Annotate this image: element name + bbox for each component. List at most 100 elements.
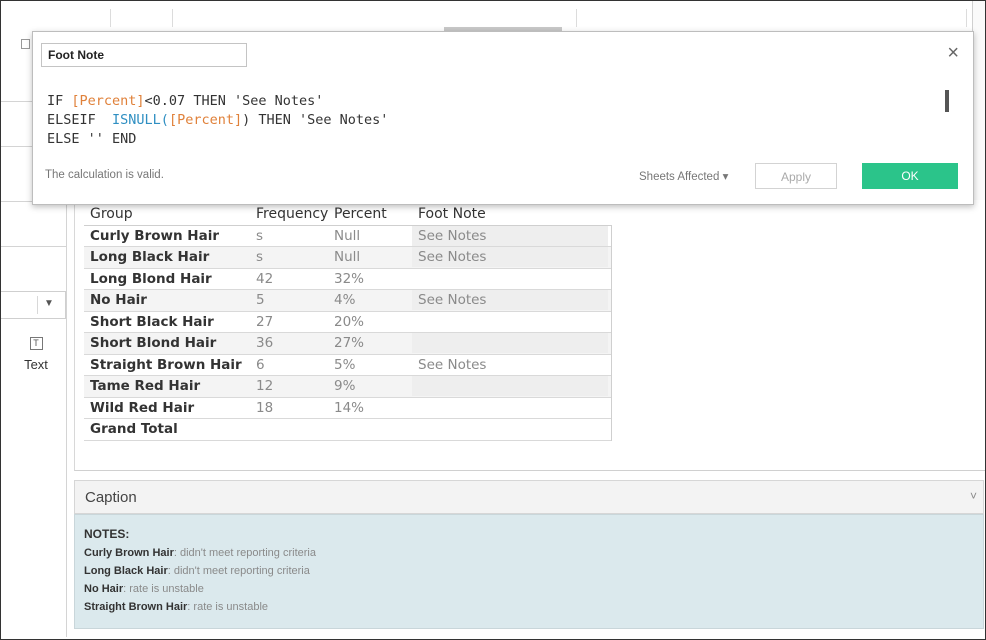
group-cell: Long Blond Hair xyxy=(90,270,212,287)
close-icon[interactable]: × xyxy=(947,42,959,65)
note-subject: No Hair xyxy=(84,583,124,595)
text-mark-card[interactable]: T Text xyxy=(15,333,57,377)
caption-note: Straight Brown Hair: rate is unstable xyxy=(84,601,268,613)
keyword: ELSE '' END xyxy=(47,131,137,147)
group-cell: Straight Brown Hair xyxy=(90,356,242,373)
percent-cell: Null xyxy=(334,249,361,265)
caption-note: No Hair: rate is unstable xyxy=(84,583,204,595)
text-icon: T xyxy=(29,337,43,350)
formula-text: <0.07 THEN 'See Notes' xyxy=(144,93,324,109)
frequency-cell: s xyxy=(256,227,264,244)
group-cell: Short Blond Hair xyxy=(90,335,217,351)
note-text: : didn't meet reporting criteria xyxy=(167,565,310,577)
table-row[interactable]: Tame Red Hair 12 9% xyxy=(84,376,611,398)
header-foot-note[interactable]: Foot Note xyxy=(418,206,486,222)
toolbar-strip xyxy=(66,1,984,32)
caption-note: Curly Brown Hair: didn't meet reporting … xyxy=(84,547,316,559)
field-reference: [Percent] xyxy=(71,93,145,109)
validation-status: The calculation is valid. xyxy=(45,169,164,181)
crosstab: Group Frequency Percent Foot Note Curly … xyxy=(84,204,612,441)
calculation-name-input[interactable] xyxy=(41,43,247,67)
formula-line: IF [Percent]<0.07 THEN 'See Notes' xyxy=(47,92,388,111)
percent-cell: 32% xyxy=(334,270,365,287)
formula-line: ELSE '' END xyxy=(47,130,388,149)
divider xyxy=(1,246,66,247)
calculation-editor-dialog: × IF [Percent]<0.07 THEN 'See Notes'ELSE… xyxy=(32,31,974,205)
table-row[interactable]: Short Black Hair 27 20% xyxy=(84,312,611,333)
divider xyxy=(576,9,577,27)
apply-button[interactable]: Apply xyxy=(755,163,837,189)
frequency-cell: 27 xyxy=(256,313,274,330)
frequency-cell: 42 xyxy=(256,270,274,287)
frequency-cell: 12 xyxy=(256,378,274,394)
header-frequency[interactable]: Frequency xyxy=(256,206,328,222)
text-mark-label: Text xyxy=(24,357,48,372)
percent-cell: 9% xyxy=(334,378,356,394)
frequency-cell: 18 xyxy=(256,399,274,416)
percent-cell: 5% xyxy=(334,356,356,373)
table-row[interactable]: Straight Brown Hair 6 5% See Notes xyxy=(84,355,611,376)
keyword: ELSEIF xyxy=(47,112,113,128)
formula-editor[interactable]: IF [Percent]<0.07 THEN 'See Notes' ELSEIF… xyxy=(47,92,388,149)
caret-down-icon: ▾ xyxy=(722,171,729,183)
percent-cell: Null xyxy=(334,227,361,244)
chevron-down-icon[interactable]: ▼ xyxy=(44,298,54,309)
group-cell: Grand Total xyxy=(90,421,178,437)
group-cell: Tame Red Hair xyxy=(90,378,201,394)
formula-line: ELSEIF ISNULL([Percent]) THEN 'See Notes… xyxy=(47,111,388,130)
field-reference: [Percent] xyxy=(168,112,243,128)
caption-note: Long Black Hair: didn't meet reporting c… xyxy=(84,565,310,577)
table-row[interactable]: No Hair 5 4% See Notes xyxy=(84,290,611,312)
note-subject: Straight Brown Hair xyxy=(84,601,188,613)
caption-header[interactable]: Caption ˅ xyxy=(74,480,984,514)
frequency-cell: 6 xyxy=(256,356,265,373)
formula-text: ) THEN 'See Notes' xyxy=(242,112,389,128)
group-cell: Curly Brown Hair xyxy=(90,227,220,244)
table-row[interactable]: Long Black Hair s Null See Notes xyxy=(84,247,611,269)
percent-cell: 20% xyxy=(334,313,365,330)
function-name: ISNULL( xyxy=(112,112,169,128)
foot-note-cell: See Notes xyxy=(418,227,487,244)
frequency-cell: s xyxy=(256,249,264,265)
table-row[interactable]: Curly Brown Hair s Null See Notes xyxy=(84,225,611,247)
percent-cell: 4% xyxy=(334,292,356,308)
divider xyxy=(37,296,38,314)
keyword: IF xyxy=(47,93,72,109)
note-text: : rate is unstable xyxy=(123,583,204,595)
table-header: Group Frequency Percent Foot Note xyxy=(84,204,612,225)
percent-cell: 27% xyxy=(334,335,365,351)
table-row[interactable]: Wild Red Hair 18 14% xyxy=(84,398,611,419)
sheets-affected-label: Sheets Affected xyxy=(639,171,720,183)
text-cursor xyxy=(945,90,949,112)
caption-body[interactable]: NOTES: Curly Brown Hair: didn't meet rep… xyxy=(74,514,984,629)
frequency-cell: 5 xyxy=(256,292,265,308)
foot-note-cell: See Notes xyxy=(418,249,487,265)
note-text: : didn't meet reporting criteria xyxy=(173,547,316,559)
group-cell: Wild Red Hair xyxy=(90,399,195,416)
divider xyxy=(110,9,111,27)
table-row-grand-total[interactable]: Grand Total xyxy=(84,419,611,441)
foot-note-cell-bg xyxy=(412,376,608,396)
divider xyxy=(172,9,173,27)
foot-note-cell-bg xyxy=(412,333,608,353)
group-cell: Long Black Hair xyxy=(90,249,210,265)
foot-note-cell: See Notes xyxy=(418,292,487,308)
caption-label: Caption xyxy=(85,489,137,506)
header-group[interactable]: Group xyxy=(90,206,133,222)
percent-cell: 14% xyxy=(334,399,365,416)
note-subject: Curly Brown Hair xyxy=(84,547,174,559)
header-percent[interactable]: Percent xyxy=(334,206,387,222)
mark-type-dropdown[interactable]: ▼ xyxy=(1,291,66,319)
note-subject: Long Black Hair xyxy=(84,565,168,577)
sheets-affected-dropdown[interactable]: Sheets Affected ▾ xyxy=(639,169,728,183)
table-row[interactable]: Short Blond Hair 36 27% xyxy=(84,333,611,355)
group-cell: Short Black Hair xyxy=(90,313,214,330)
ok-button[interactable]: OK xyxy=(862,163,958,189)
chevron-down-icon[interactable]: ˅ xyxy=(970,489,977,503)
table-body: Curly Brown Hair s Null See Notes Long B… xyxy=(84,224,612,441)
group-cell: No Hair xyxy=(90,292,147,308)
note-text: : rate is unstable xyxy=(187,601,269,613)
foot-note-cell: See Notes xyxy=(418,356,487,373)
data-source-icon xyxy=(21,39,30,49)
table-row[interactable]: Long Blond Hair 42 32% xyxy=(84,269,611,290)
